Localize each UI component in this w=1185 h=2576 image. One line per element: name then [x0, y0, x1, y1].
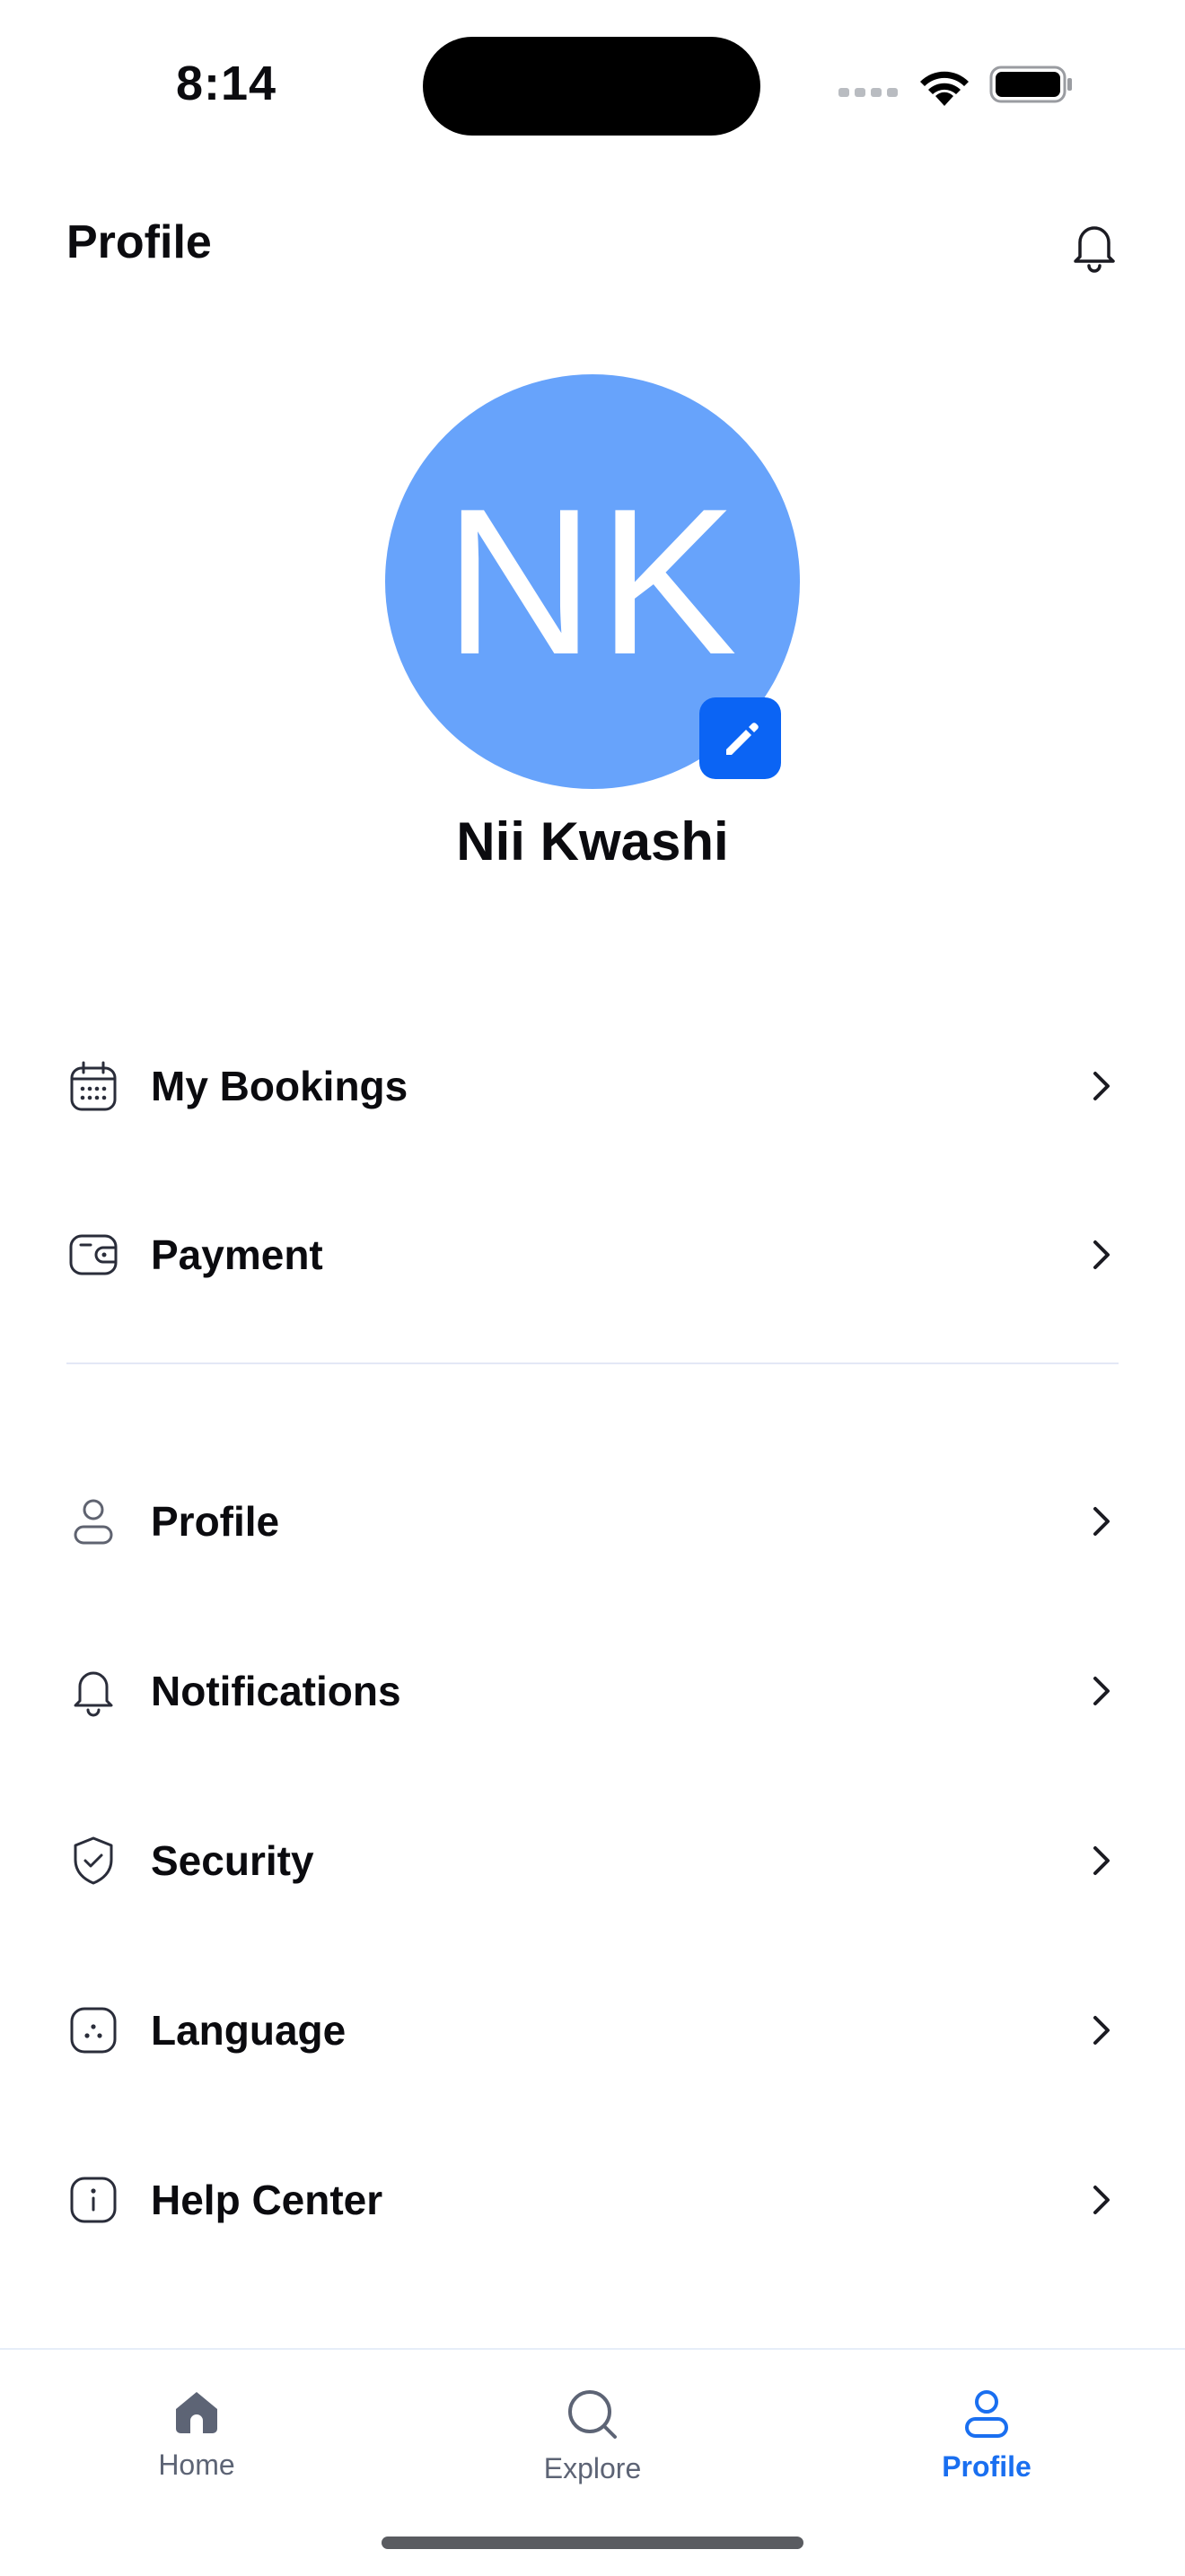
home-icon: [176, 2392, 217, 2433]
wifi-icon: [920, 71, 969, 106]
tab-explore[interactable]: Explore: [485, 2388, 700, 2485]
menu-item-notifications[interactable]: Notifications: [66, 1637, 1119, 1745]
info-icon: [70, 2177, 117, 2223]
home-indicator: [382, 2537, 803, 2549]
tab-label: Explore: [543, 2452, 642, 2484]
language-icon: [70, 2007, 117, 2054]
status-time: 8:14: [176, 57, 277, 110]
chevron-right-icon: [1093, 1240, 1110, 1269]
tab-label: Home: [158, 2449, 235, 2481]
tab-profile[interactable]: Profile: [879, 2388, 1094, 2484]
edit-avatar-button[interactable]: [699, 697, 781, 779]
menu-item-my-bookings[interactable]: My Bookings: [66, 1032, 1119, 1140]
chevron-right-icon: [1093, 2016, 1110, 2045]
chevron-right-icon: [1093, 1677, 1110, 1705]
notifications-bell-icon[interactable]: [1068, 219, 1120, 275]
search-icon: [568, 2390, 617, 2439]
menu-item-help-center[interactable]: Help Center: [66, 2146, 1119, 2254]
menu-item-label: My Bookings: [151, 1063, 408, 1109]
section-divider: [66, 1362, 1119, 1364]
menu-item-security[interactable]: Security: [66, 1807, 1119, 1914]
battery-icon: [989, 66, 1072, 103]
chevron-right-icon: [1093, 1507, 1110, 1536]
avatar-initials: NK: [443, 465, 742, 698]
chevron-right-icon: [1093, 1072, 1110, 1100]
tab-label: Profile: [942, 2450, 1031, 2483]
menu-item-label: Language: [151, 2007, 347, 2054]
tab-home[interactable]: Home: [89, 2388, 304, 2482]
menu-item-payment[interactable]: Payment: [66, 1201, 1119, 1309]
menu-item-language[interactable]: Language: [66, 1976, 1119, 2084]
menu-item-label: Notifications: [151, 1668, 401, 1714]
user-icon: [965, 2390, 1008, 2438]
menu-item-label: Profile: [151, 1498, 280, 1545]
menu-item-label: Security: [151, 1837, 314, 1884]
pencil-icon: [725, 722, 759, 755]
wallet-icon: [69, 1234, 118, 1275]
menu-item-profile[interactable]: Profile: [66, 1468, 1119, 1575]
cellular-signal-icon: [838, 88, 898, 97]
chevron-right-icon: [1093, 2186, 1110, 2214]
menu-item-label: Payment: [151, 1231, 323, 1278]
dynamic-island: [423, 37, 760, 136]
menu-item-label: Help Center: [151, 2177, 383, 2223]
bell-icon: [74, 1671, 113, 1717]
chevron-right-icon: [1093, 1846, 1110, 1875]
user-icon: [74, 1499, 113, 1545]
shield-check-icon: [74, 1836, 113, 1885]
calendar-icon: [70, 1061, 117, 1111]
user-name: Nii Kwashi: [456, 811, 729, 872]
page-title: Profile: [66, 216, 212, 268]
